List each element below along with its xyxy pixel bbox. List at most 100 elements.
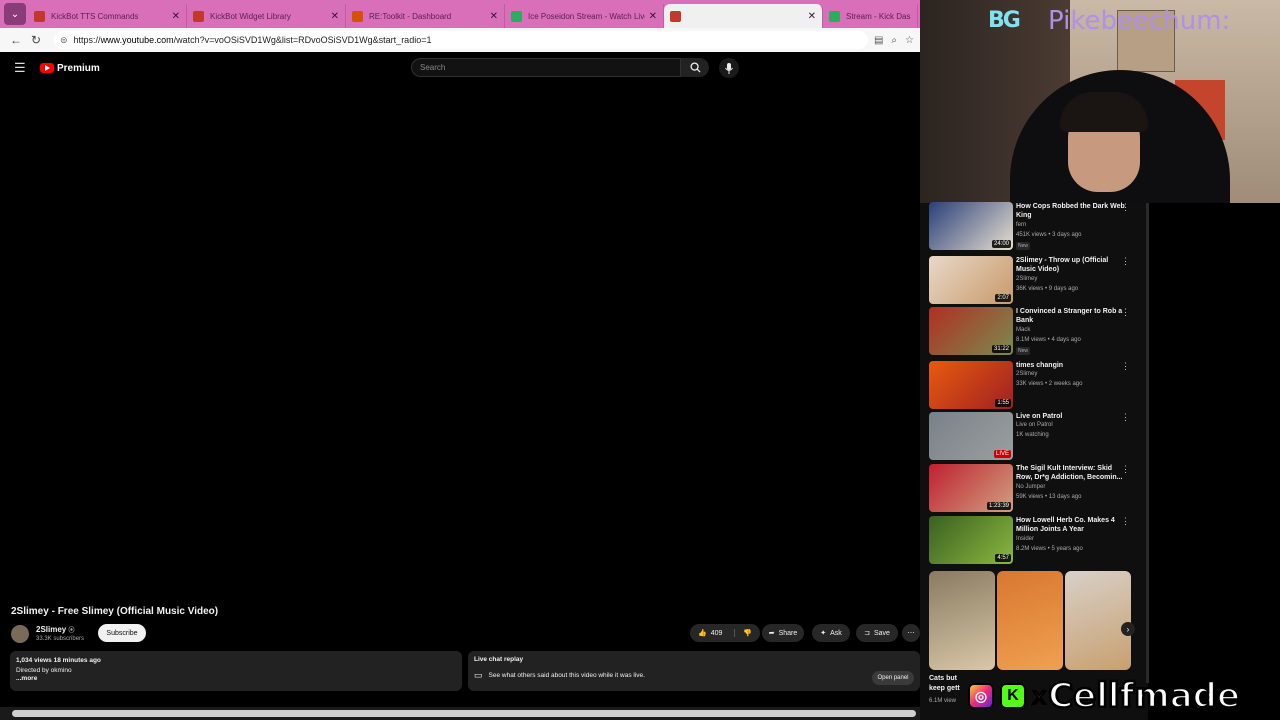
tab-menu-icon[interactable]: ⌄: [4, 3, 26, 25]
close-icon[interactable]: ✕: [649, 11, 657, 22]
kick-icon: K: [1000, 683, 1026, 709]
bookmark-star-icon[interactable]: ☆: [905, 35, 914, 46]
open-panel-button[interactable]: Open panel: [872, 671, 914, 685]
browser-tab[interactable]: RE:Toolkit - Dashboard ✕: [346, 4, 505, 28]
more-link[interactable]: ...more: [16, 675, 456, 682]
recommended-channel[interactable]: 2Slimey: [1016, 371, 1037, 377]
recommended-video[interactable]: LIVE Live on Patrol Live on Patrol 1K watch…: [929, 412, 1144, 460]
close-icon[interactable]: ✕: [172, 11, 180, 22]
back-arrow-icon[interactable]: ←: [6, 33, 26, 47]
scrollbar-thumb[interactable]: [12, 710, 916, 717]
recommended-channel[interactable]: No Jumper: [1016, 484, 1045, 490]
kick-letter: K: [1007, 687, 1019, 704]
recommended-meta: 59K views • 13 days ago: [1016, 494, 1082, 500]
short-title[interactable]: Cats but keep gett: [929, 674, 965, 696]
video-thumbnail[interactable]: 1:23:39: [929, 464, 1013, 512]
video-thumbnail[interactable]: 31:22: [929, 307, 1013, 355]
more-vert-icon[interactable]: ⋮: [1121, 516, 1130, 527]
like-button[interactable]: 👍 409: [698, 629, 722, 638]
more-actions-icon[interactable]: ⋯: [902, 624, 920, 642]
instagram-icon: ◎: [968, 683, 994, 709]
short-thumbnail[interactable]: [929, 571, 995, 670]
logo-text: Premium: [57, 62, 100, 74]
recommended-video[interactable]: 2:07 2Slimey - Throw up (Official Music V…: [929, 256, 1144, 304]
tab-label: Stream - Kick Dashbo: [846, 11, 911, 21]
more-vert-icon[interactable]: ⋮: [1121, 202, 1130, 213]
close-icon[interactable]: ✕: [331, 11, 339, 22]
zoom-icon[interactable]: ⌕: [891, 35, 897, 46]
horizontal-scrollbar[interactable]: [0, 707, 920, 720]
short-thumbnail[interactable]: [1065, 571, 1131, 670]
more-vert-icon[interactable]: ⋮: [1121, 464, 1130, 475]
recommended-channel[interactable]: fern: [1016, 222, 1026, 228]
recommended-title[interactable]: The Sigil Kult Interview: Skid Row, Dr*g…: [1016, 464, 1126, 482]
video-thumbnail[interactable]: 4:57: [929, 516, 1013, 564]
url-host: www.youtube.com: [100, 35, 174, 45]
tab-label: RE:Toolkit - Dashboard: [369, 11, 452, 21]
url-field[interactable]: ⊜ https://www.youtube.com/watch?v=voOSiS…: [54, 31, 868, 49]
dislike-button[interactable]: 👎: [734, 629, 752, 637]
recommended-meta: 451K views • 3 days ago: [1016, 232, 1082, 238]
recommended-title[interactable]: Live on Patrol: [1016, 412, 1126, 421]
duration-badge: 31:22: [991, 345, 1011, 353]
video-thumbnail[interactable]: 1:55: [929, 361, 1013, 409]
new-badge: New: [1016, 347, 1031, 355]
more-vert-icon[interactable]: ⋮: [1121, 256, 1130, 267]
tab-favicon: [511, 10, 522, 22]
chevron-right-icon[interactable]: ›: [1121, 622, 1135, 636]
microphone-icon[interactable]: [719, 58, 739, 78]
recommended-channel[interactable]: Insider: [1016, 536, 1034, 542]
recommended-title[interactable]: How Lowell Herb Co. Makes 4 Million Join…: [1016, 516, 1126, 534]
more-vert-icon[interactable]: ⋮: [1121, 412, 1130, 423]
bookmark-icon: ⊐: [864, 630, 870, 637]
close-icon[interactable]: ✕: [490, 11, 498, 22]
menu-icon[interactable]: ☰: [14, 60, 30, 76]
recommended-channel[interactable]: 2Slimey: [1016, 276, 1037, 282]
save-button[interactable]: ⊐ Save: [856, 624, 898, 642]
video-thumbnail[interactable]: 2:07: [929, 256, 1013, 304]
new-badge: New: [1016, 242, 1031, 250]
more-vert-icon[interactable]: ⋮: [1121, 307, 1130, 318]
search-input[interactable]: Search: [411, 58, 681, 77]
recommended-title[interactable]: How Cops Robbed the Dark Web King: [1016, 202, 1126, 220]
more-vert-icon[interactable]: ⋮: [1121, 361, 1130, 372]
description-box[interactable]: 1,034 views 18 minutes ago Directed by o…: [10, 651, 462, 691]
recommended-channel[interactable]: Mack: [1016, 327, 1030, 333]
duration-badge: 1:55: [995, 399, 1011, 407]
sidebar-scrollbar[interactable]: [1146, 203, 1149, 683]
subscribe-button[interactable]: Subscribe: [98, 624, 146, 642]
recommended-video[interactable]: 31:22 I Convinced a Stranger to Rob a Ban…: [929, 307, 1144, 355]
recommended-title[interactable]: I Convinced a Stranger to Rob a Bank: [1016, 307, 1126, 325]
chat-icon: ▭: [474, 670, 483, 680]
recommended-video[interactable]: 1:23:39 The Sigil Kult Interview: Skid Ro…: [929, 464, 1144, 512]
recommended-title[interactable]: times changin: [1016, 361, 1126, 370]
close-icon[interactable]: ✕: [808, 11, 816, 22]
channel-name[interactable]: 2Slimey ⦿: [36, 625, 75, 634]
live-chat-text: See what others said about this video wh…: [488, 672, 645, 679]
browser-tab[interactable]: KickBot Widget Library ✕: [187, 4, 346, 28]
video-thumbnail[interactable]: LIVE: [929, 412, 1013, 460]
channel-avatar[interactable]: [11, 625, 29, 643]
recommended-video[interactable]: 24:00 How Cops Robbed the Dark Web King fe…: [929, 202, 1144, 250]
recommended-video[interactable]: 4:57 How Lowell Herb Co. Makes 4 Million …: [929, 516, 1144, 564]
ask-button[interactable]: ✦ Ask: [812, 624, 850, 642]
youtube-logo[interactable]: Premium: [40, 63, 100, 74]
browser-tab[interactable]: Stream - Kick Dashbo: [823, 4, 918, 28]
browser-tab[interactable]: KickBot TTS Commands ✕: [28, 4, 187, 28]
reader-icon[interactable]: ▤: [874, 35, 883, 46]
recommended-title[interactable]: 2Slimey - Throw up (Official Music Video…: [1016, 256, 1126, 274]
share-button[interactable]: ➦ Share: [762, 624, 804, 642]
browser-tab[interactable]: ✕: [664, 4, 823, 28]
recommended-video[interactable]: 1:55 times changin 2Slimey 33K views • 2 we…: [929, 361, 1144, 409]
search-icon[interactable]: [681, 58, 709, 77]
video-player[interactable]: [10, 88, 916, 598]
video-thumbnail[interactable]: 24:00: [929, 202, 1013, 250]
tab-label: Ice Poseidon Stream - Watch Live: [528, 11, 645, 21]
reload-icon[interactable]: ↻: [26, 33, 46, 47]
recommended-channel[interactable]: Live on Patrol: [1016, 422, 1053, 428]
short-thumbnail[interactable]: [997, 571, 1063, 670]
site-info-icon[interactable]: ⊜: [60, 35, 68, 46]
recommended-meta: 36K views • 9 days ago: [1016, 286, 1079, 292]
browser-tab[interactable]: Ice Poseidon Stream - Watch Live ✕: [505, 4, 664, 28]
tab-list: KickBot TTS Commands ✕ KickBot Widget Libr…: [28, 4, 918, 28]
